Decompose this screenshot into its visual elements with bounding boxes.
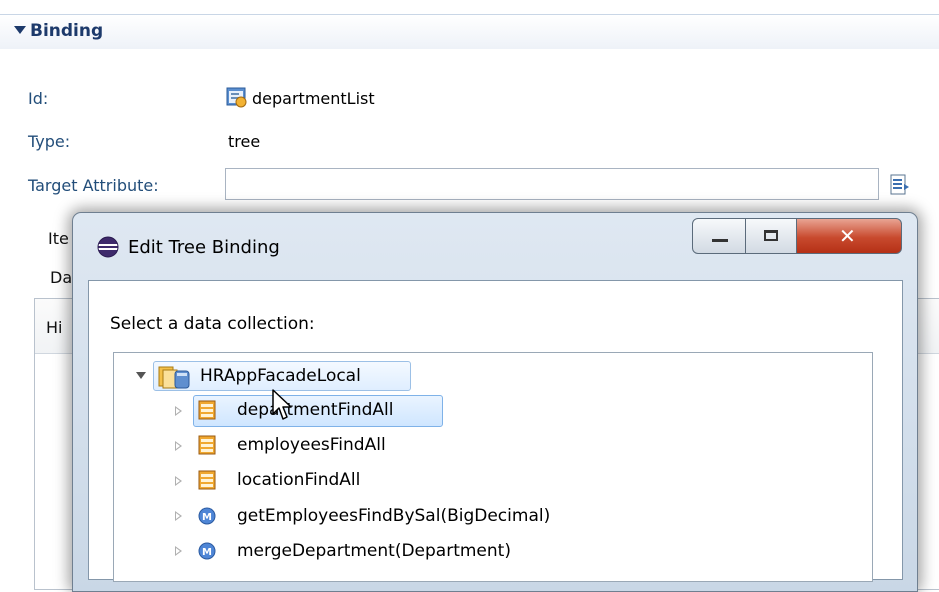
expand-arrow-icon[interactable]	[175, 441, 182, 451]
expand-arrow-icon[interactable]	[175, 476, 182, 486]
collapse-triangle-icon[interactable]	[14, 26, 26, 34]
svg-text:M: M	[202, 547, 212, 558]
iterator-label-fragment: Ite	[48, 229, 69, 248]
method-icon: M	[198, 542, 216, 560]
maximize-button[interactable]	[745, 218, 797, 254]
method-icon: M	[198, 507, 216, 525]
id-value: departmentList	[252, 89, 375, 108]
id-label: Id:	[28, 89, 49, 108]
window-controls: ✕	[692, 218, 904, 260]
eclipse-icon	[97, 236, 119, 258]
minimize-button[interactable]	[692, 218, 746, 254]
tree-item-label: mergeDepartment(Department)	[237, 541, 511, 561]
tree-item-label: getEmployeesFindBySal(BigDecimal)	[237, 506, 551, 526]
mouse-cursor-icon	[272, 389, 292, 420]
type-value: tree	[228, 132, 261, 151]
tree-root-label: HRAppFacadeLocal	[200, 366, 361, 386]
hierarchy-label-fragment: Hi	[46, 318, 63, 337]
section-title: Binding	[30, 21, 104, 41]
close-button[interactable]: ✕	[796, 218, 902, 254]
svg-text:M: M	[202, 512, 212, 523]
select-collection-prompt: Select a data collection:	[110, 314, 315, 334]
edit-binding-icon[interactable]	[890, 174, 910, 196]
collection-icon	[198, 470, 216, 490]
dialog-title: Edit Tree Binding	[128, 237, 280, 258]
tree-item-label: departmentFindAll	[237, 400, 394, 420]
target-attribute-input[interactable]	[225, 168, 879, 200]
iterator-binding-icon	[226, 87, 247, 108]
data-label-fragment: Da	[50, 268, 73, 287]
expand-arrow-icon[interactable]	[175, 406, 182, 416]
data-control-icon	[158, 366, 190, 389]
collection-icon	[198, 400, 216, 420]
tree-item-label: locationFindAll	[237, 470, 361, 490]
expand-arrow-icon[interactable]	[175, 511, 182, 521]
maximize-icon	[764, 230, 778, 241]
expand-arrow-icon[interactable]	[136, 372, 146, 379]
close-icon: ✕	[839, 224, 856, 248]
expand-arrow-icon[interactable]	[175, 546, 182, 556]
binding-section-header[interactable]: Binding	[0, 14, 939, 49]
minimize-icon	[712, 239, 728, 242]
type-label: Type:	[28, 132, 71, 151]
tree-item-label: employeesFindAll	[237, 435, 386, 455]
collection-icon	[198, 435, 216, 455]
target-attribute-label: Target Attribute:	[28, 176, 159, 195]
